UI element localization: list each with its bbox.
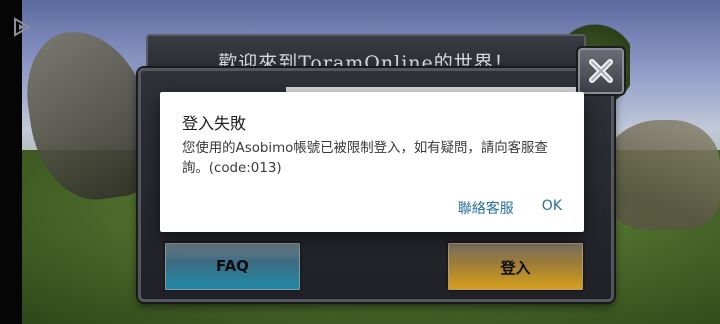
close-button[interactable] bbox=[578, 48, 624, 94]
contact-support-button[interactable]: 聯絡客服 bbox=[458, 198, 514, 218]
alert-message: 您使用的Asobimo帳號已被限制登入，如有疑問，請向客服查詢。(code:01… bbox=[182, 141, 548, 176]
ok-button[interactable]: OK bbox=[542, 198, 562, 218]
login-failed-alert: 登入失敗 您使用的Asobimo帳號已被限制登入，如有疑問，請向客服查詢。(co… bbox=[160, 92, 584, 232]
faq-button[interactable]: FAQ bbox=[163, 241, 302, 292]
faq-button-label: FAQ bbox=[216, 257, 249, 275]
login-button-label: 登入 bbox=[500, 259, 531, 277]
alert-actions: 聯絡客服 OK bbox=[458, 198, 562, 218]
alert-title: 登入失敗 bbox=[182, 114, 247, 133]
rock-formation-right bbox=[600, 120, 720, 230]
close-icon bbox=[589, 59, 613, 83]
left-edge-bar bbox=[0, 0, 22, 324]
back-triangle-icon[interactable] bbox=[10, 16, 32, 38]
login-button[interactable]: 登入 bbox=[446, 241, 585, 292]
